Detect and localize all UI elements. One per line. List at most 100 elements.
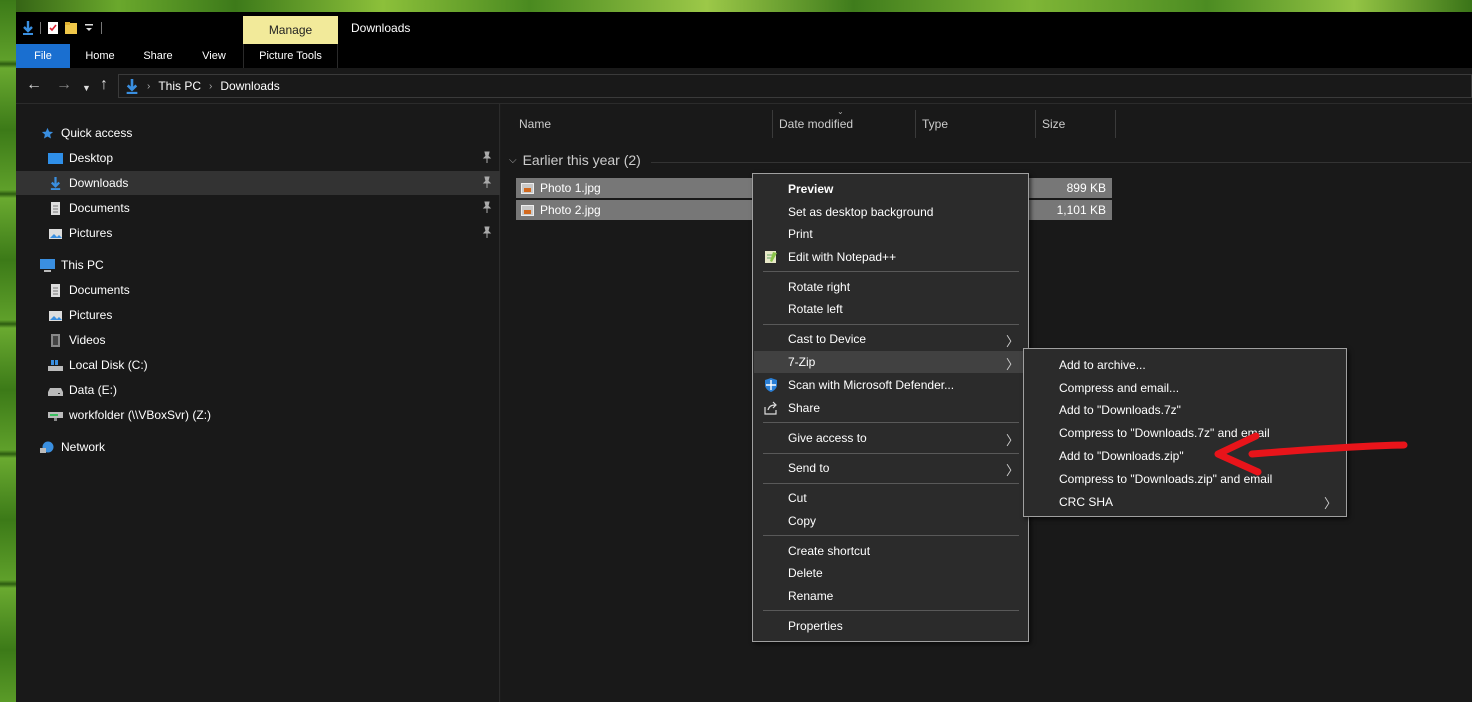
new-folder-icon[interactable] (65, 21, 77, 35)
file-size: 1,101 KB (1056, 203, 1106, 217)
pin-icon[interactable] (482, 201, 492, 213)
nav-label: Network (61, 440, 106, 454)
nav-pc-documents[interactable]: Documents (16, 278, 500, 302)
nav-pictures[interactable]: Pictures (16, 221, 500, 245)
nav-this-pc[interactable]: This PC (16, 253, 500, 277)
nav-downloads[interactable]: Downloads (16, 171, 500, 195)
star-icon (41, 127, 54, 139)
customize-toolbar-icon[interactable] (83, 21, 95, 35)
nav-data-e[interactable]: Data (E:) (16, 378, 500, 402)
menu-item-print[interactable]: Print (754, 223, 1027, 245)
menu-separator (763, 324, 1019, 325)
menu-item-set-desktop-background[interactable]: Set as desktop background (754, 201, 1027, 223)
column-header-date-modified[interactable]: Date modified ⌄ (773, 107, 916, 138)
menu-item-scan-defender[interactable]: Scan with Microsoft Defender... (754, 374, 1027, 396)
menu-item-properties[interactable]: Properties (754, 615, 1027, 637)
nav-quick-access[interactable]: Quick access (16, 121, 500, 145)
download-arrow-icon (50, 176, 61, 190)
address-field[interactable]: › This PC › Downloads (118, 74, 1472, 98)
pictures-icon (49, 228, 62, 239)
nav-network[interactable]: Network (16, 435, 500, 459)
tab-file[interactable]: File (16, 44, 70, 68)
address-bar: ← → ▼ ↑ › This PC › Downloads (16, 68, 1472, 104)
chevron-right-icon: 〉 (1323, 496, 1337, 511)
menu-item-send-to[interactable]: Send to 〉 (754, 457, 1027, 479)
menu-item-create-shortcut[interactable]: Create shortcut (754, 540, 1027, 562)
back-arrow-icon[interactable]: ← (26, 76, 42, 94)
nav-pc-pictures[interactable]: Pictures (16, 303, 500, 327)
file-name: Photo 1.jpg (540, 181, 601, 195)
nav-network-drive-z[interactable]: workfolder (\\VBoxSvr) (Z:) (16, 403, 500, 427)
menu-item-rotate-right[interactable]: Rotate right (754, 276, 1027, 298)
submenu-item-compress-and-email[interactable]: Compress and email... (1025, 376, 1345, 399)
quick-access-toolbar (22, 18, 102, 38)
menu-item-copy[interactable]: Copy (754, 510, 1027, 532)
menu-item-label: Cast to Device (788, 332, 867, 346)
document-icon (51, 201, 60, 215)
ribbon-tabs: File Home Share View Picture Tools (16, 44, 1472, 68)
forward-arrow-icon[interactable]: → (56, 76, 72, 94)
tab-picture-tools[interactable]: Picture Tools (243, 44, 338, 68)
image-file-icon (521, 204, 534, 216)
breadcrumb-this-pc[interactable]: This PC (158, 79, 201, 93)
nav-pc-videos[interactable]: Videos (16, 328, 500, 352)
tab-home[interactable]: Home (74, 44, 126, 68)
column-header-type[interactable]: Type (916, 110, 1036, 138)
up-arrow-icon[interactable]: ↑ (100, 76, 108, 94)
menu-item-cut[interactable]: Cut (754, 487, 1027, 509)
nav-local-disk-c[interactable]: Local Disk (C:) (16, 353, 500, 377)
recent-locations-chevron-icon[interactable]: ▼ (82, 79, 91, 97)
desktop-icon (48, 152, 63, 164)
notepad-plus-plus-icon (765, 251, 777, 263)
pin-icon[interactable] (482, 176, 492, 188)
nav-label: Local Disk (C:) (69, 358, 148, 372)
pin-icon[interactable] (482, 151, 492, 163)
menu-item-share[interactable]: Share (754, 397, 1027, 419)
nav-label: This PC (61, 258, 104, 272)
menu-item-rotate-left[interactable]: Rotate left (754, 298, 1027, 320)
manage-tab[interactable]: Manage (243, 16, 338, 44)
group-header[interactable]: ⌵ Earlier this year (2) (509, 152, 641, 168)
menu-item-edit-notepad[interactable]: Edit with Notepad++ (754, 246, 1027, 268)
nav-label: Quick access (61, 126, 133, 140)
submenu-item-label: CRC SHA (1059, 494, 1114, 509)
desktop-wallpaper (0, 0, 16, 702)
shield-icon (765, 378, 777, 392)
nav-documents[interactable]: Documents (16, 196, 500, 220)
nav-desktop[interactable]: Desktop (16, 146, 500, 170)
nav-label: Downloads (69, 176, 129, 190)
chevron-right-icon: › (147, 80, 151, 92)
video-icon (51, 333, 60, 347)
chevron-right-icon: 〉 (1005, 357, 1019, 372)
menu-item-delete[interactable]: Delete (754, 562, 1027, 584)
submenu-item-add-to-archive[interactable]: Add to archive... (1025, 353, 1345, 376)
document-icon (51, 283, 60, 297)
menu-item-label: Share (788, 401, 821, 415)
tab-share[interactable]: Share (132, 44, 184, 68)
menu-separator (763, 422, 1019, 423)
menu-item-7zip[interactable]: 7-Zip 〉 (754, 351, 1027, 373)
menu-separator (763, 483, 1019, 484)
menu-item-preview[interactable]: Preview (754, 178, 1027, 200)
drive-icon (48, 387, 63, 396)
menu-item-cast-to-device[interactable]: Cast to Device 〉 (754, 328, 1027, 350)
breadcrumb-downloads[interactable]: Downloads (220, 79, 279, 93)
menu-item-label: Edit with Notepad++ (788, 250, 897, 264)
pin-icon[interactable] (482, 226, 492, 238)
submenu-item-crc-sha[interactable]: CRC SHA 〉 (1025, 490, 1345, 513)
share-icon (764, 401, 777, 415)
nav-label: Pictures (69, 226, 113, 240)
properties-icon[interactable] (47, 21, 59, 35)
group-label: Earlier this year (2) (522, 152, 641, 168)
tab-view[interactable]: View (190, 44, 238, 68)
nav-label: Desktop (69, 151, 114, 165)
column-header-label: Date modified (779, 117, 854, 131)
submenu-item-add-to-7z[interactable]: Add to "Downloads.7z" (1025, 398, 1345, 421)
pictures-icon (49, 310, 62, 321)
menu-separator (763, 535, 1019, 536)
menu-item-rename[interactable]: Rename (754, 585, 1027, 607)
column-header-size[interactable]: Size (1036, 110, 1116, 138)
menu-item-give-access[interactable]: Give access to 〉 (754, 427, 1027, 449)
column-header-name[interactable]: Name (513, 110, 773, 138)
nav-label: Data (E:) (69, 383, 118, 397)
